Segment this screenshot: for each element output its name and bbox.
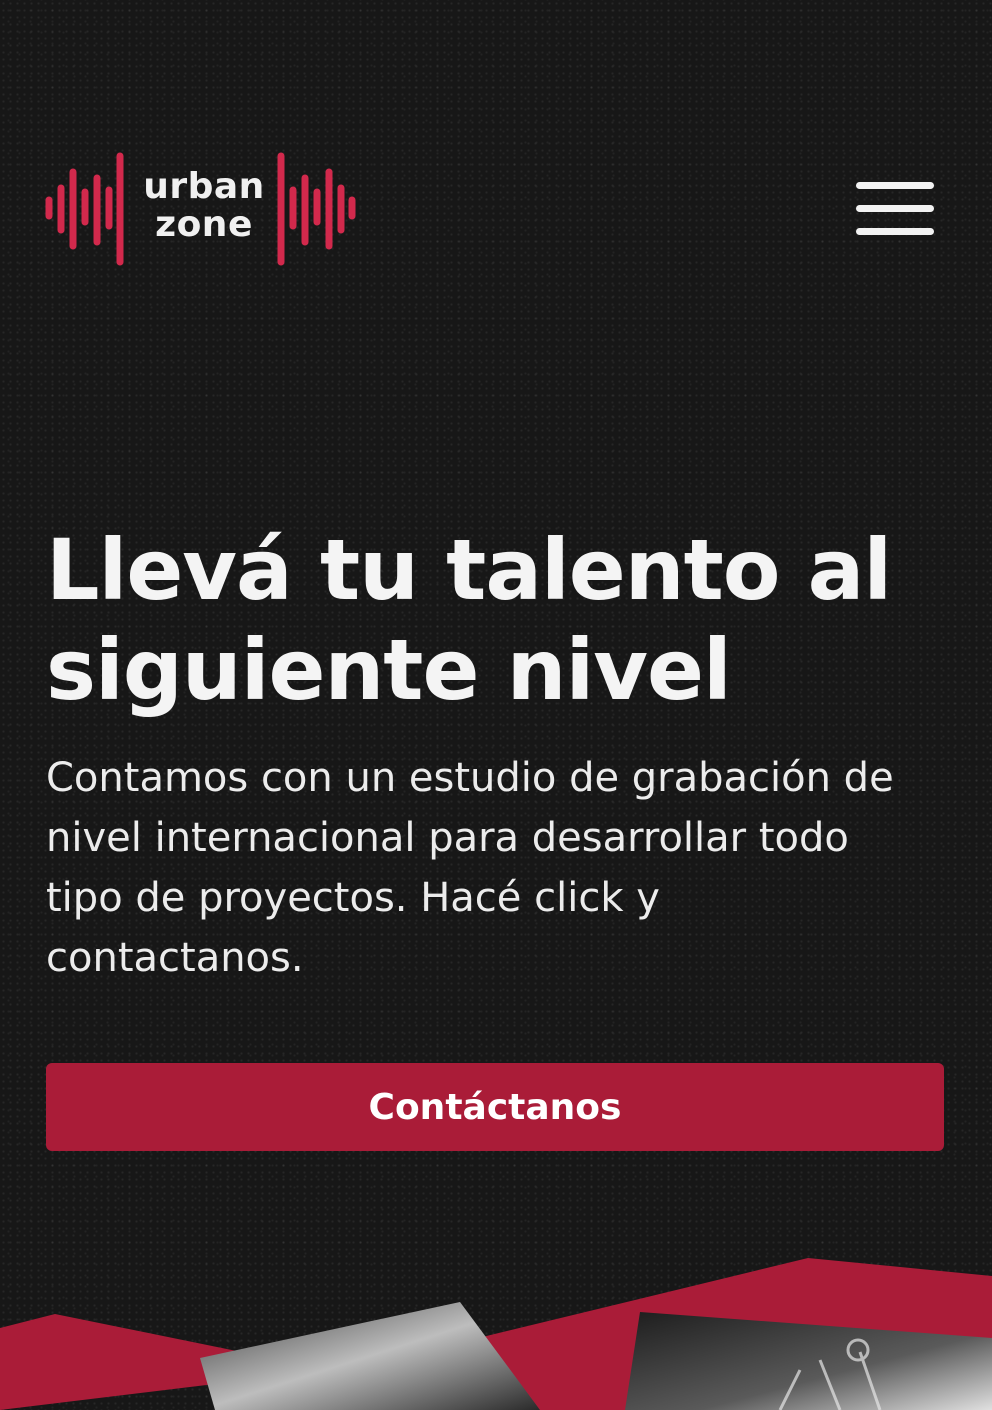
studio-photo-collage (0, 1258, 992, 1410)
logo-line-zone: zone (155, 204, 253, 245)
hamburger-menu-icon[interactable] (856, 180, 934, 238)
logo-line-urban: urban (143, 166, 265, 207)
hero-section: Llevá tu talento al siguiente nivel Cont… (46, 520, 946, 988)
contact-button[interactable]: Contáctanos (46, 1063, 944, 1151)
menu-bar-top (856, 182, 934, 189)
menu-bar-bottom (856, 228, 934, 235)
photo-portrait (200, 1302, 540, 1410)
hero-description: Contamos con un estudio de grabación de … (46, 755, 894, 981)
hero-title: Llevá tu talento al siguiente nivel (46, 521, 892, 719)
urban-zone-logo[interactable]: urban zone (44, 150, 356, 268)
sound-wave-left-icon (45, 152, 124, 266)
logo-wordmark: urban zone (134, 168, 274, 244)
sound-wave-right-icon (277, 152, 356, 266)
menu-bar-middle (856, 205, 934, 212)
site-header: urban zone (0, 0, 992, 300)
